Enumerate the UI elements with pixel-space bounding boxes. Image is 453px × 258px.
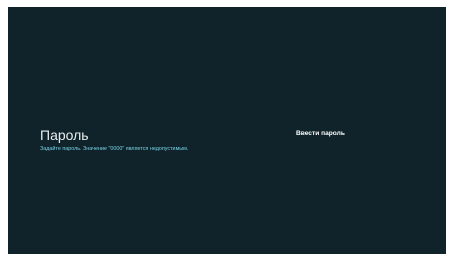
password-settings-screen: Пароль Задайте пароль. Значение "0000" я…: [8, 7, 446, 254]
password-info-panel: Пароль Задайте пароль. Значение "0000" я…: [40, 127, 270, 153]
password-hint: Задайте пароль. Значение "0000" является…: [40, 146, 189, 152]
enter-password-button[interactable]: Ввести пароль: [296, 130, 345, 138]
page-title: Пароль: [40, 127, 89, 143]
